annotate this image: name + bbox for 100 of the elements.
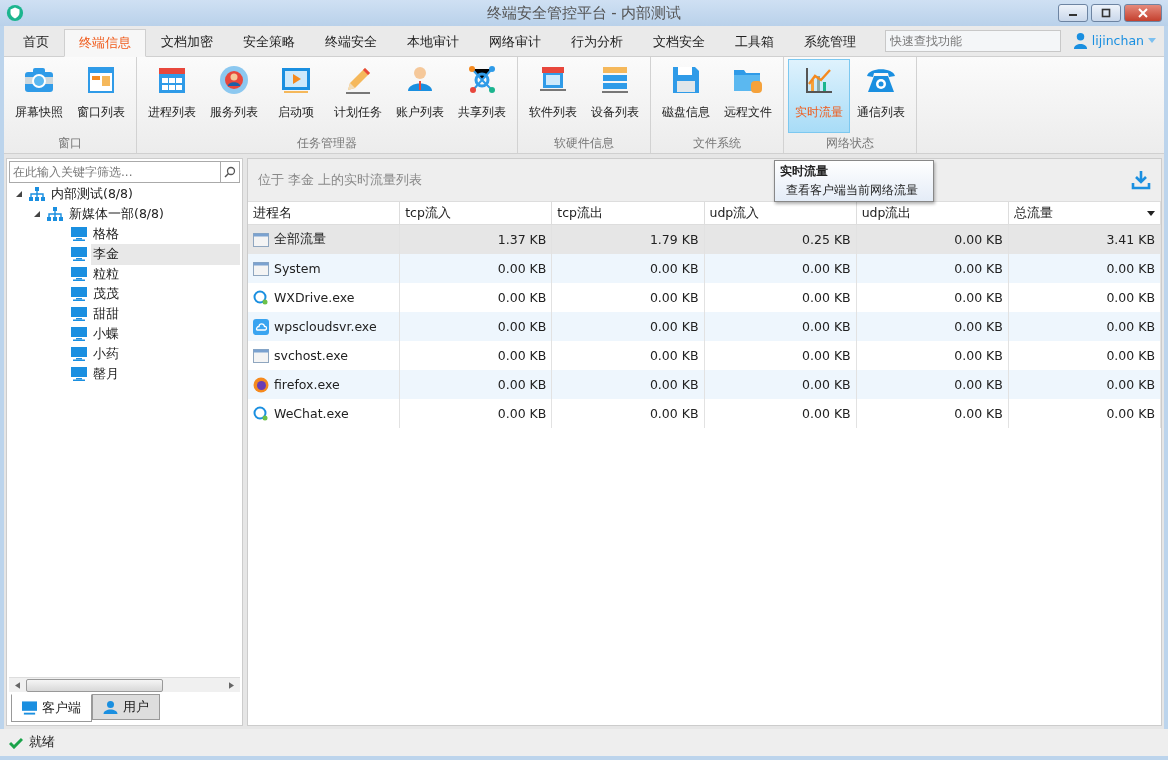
table-row[interactable]: 全部流量 1.37 KB 1.79 KB 0.25 KB 0.00 KB 3.41 KB [248, 225, 1161, 254]
caret-icon [1148, 38, 1156, 43]
maximize-button[interactable] [1091, 4, 1121, 22]
table-cell: 0.00 KB [497, 319, 547, 334]
menu-tab[interactable]: 工具箱 [720, 29, 789, 56]
table-cell: 0.00 KB [954, 232, 1003, 247]
ribbon-button[interactable]: 通信列表 [850, 59, 912, 133]
menu-tab[interactable]: 本地审计 [392, 29, 474, 56]
ribbon-button[interactable]: 远程文件 [717, 59, 779, 133]
tree-item[interactable]: 粒粒 [91, 263, 240, 285]
window-icon [253, 347, 269, 364]
table-cell: firefox.exe [274, 377, 340, 392]
table-row[interactable]: wpscloudsvr.exe 0.00 KB 0.00 KB 0.00 KB 0.00 KB 0.00 KB [248, 312, 1161, 341]
org-chart-icon [29, 187, 45, 201]
expander-icon[interactable] [33, 210, 41, 218]
download-icon[interactable] [1131, 170, 1151, 190]
column-header[interactable]: 进程名 [248, 202, 401, 224]
ribbon-button[interactable]: 账户列表 [389, 59, 451, 133]
menu-tab[interactable]: 系统管理 [789, 29, 871, 56]
menu-tab[interactable]: 文档安全 [638, 29, 720, 56]
monitor-icon [22, 701, 37, 715]
monitor-icon [71, 367, 87, 381]
table-cell: 0.00 KB [649, 406, 699, 421]
tooltip-title: 实时流量 [780, 164, 829, 179]
ribbon-button[interactable]: 磁盘信息 [655, 59, 717, 133]
table-cell: 0.00 KB [649, 290, 699, 305]
table-cell: 0.00 KB [802, 290, 851, 305]
menu-tab[interactable]: 行为分析 [556, 29, 638, 56]
tree-item[interactable]: 李金 [91, 243, 240, 265]
window-icon [253, 231, 269, 248]
table-cell: svchost.exe [274, 348, 348, 363]
monitor-icon [71, 227, 87, 241]
tree-item[interactable]: 格格 [91, 223, 240, 245]
table-cell: 0.00 KB [1106, 406, 1155, 421]
menu-tab[interactable]: 首页 [8, 29, 64, 56]
cloud-icon [253, 318, 269, 335]
list-caption: 位于 李金 上的实时流量列表 [258, 171, 422, 189]
table-cell: 0.00 KB [954, 406, 1003, 421]
tree-item[interactable]: 新媒体一部(8/8) [67, 203, 166, 225]
tree-item[interactable]: 小药 [91, 343, 240, 365]
panel-tab[interactable]: 用户 [92, 694, 160, 720]
ribbon-button[interactable]: 软件列表 [522, 59, 584, 133]
caret-icon [1147, 210, 1155, 216]
ribbon-button[interactable]: 服务列表 [203, 59, 265, 133]
ribbon-button[interactable]: 屏幕快照 [8, 59, 70, 133]
table-cell: 0.00 KB [649, 319, 699, 334]
menu-tab[interactable]: 终端安全 [310, 29, 392, 56]
ribbon-button[interactable]: 进程列表 [141, 59, 203, 133]
table-row[interactable]: firefox.exe 0.00 KB 0.00 KB 0.00 KB 0.00 KB 0.00 KB [248, 370, 1161, 399]
table-cell: 0.00 KB [802, 319, 851, 334]
ribbon-button[interactable]: 启动项 [265, 59, 327, 133]
table-cell: 0.00 KB [1106, 377, 1155, 392]
table-cell: 1.37 KB [497, 232, 547, 247]
ribbon-button[interactable]: 窗口列表 [70, 59, 132, 133]
column-header[interactable]: tcp流入 [400, 202, 553, 224]
table-cell: 0.00 KB [1106, 261, 1155, 276]
table-row[interactable]: WeChat.exe 0.00 KB 0.00 KB 0.00 KB 0.00 KB 0.00 KB [248, 399, 1161, 428]
right-arrow-icon[interactable] [229, 681, 234, 689]
status-text: 就绪 [29, 734, 55, 751]
minimize-button[interactable] [1058, 4, 1088, 22]
table-cell: 0.00 KB [497, 290, 547, 305]
close-icon [1138, 8, 1148, 18]
search-icon [220, 161, 240, 183]
monitor-icon [71, 307, 87, 321]
tree-item[interactable]: 茂茂 [91, 283, 240, 305]
table-cell: 0.00 KB [802, 406, 851, 421]
ribbon-button[interactable]: 计划任务 [327, 59, 389, 133]
tree-item[interactable]: 内部测试(8/8) [49, 183, 135, 205]
table-cell: 0.00 KB [954, 261, 1003, 276]
table-cell: 0.00 KB [649, 377, 699, 392]
panel-tab[interactable]: 客户端 [11, 694, 92, 722]
expander-icon[interactable] [15, 190, 23, 198]
checkmark-icon [9, 736, 23, 749]
table-cell: 0.00 KB [1106, 290, 1155, 305]
tree-item[interactable]: 小蝶 [91, 323, 240, 345]
table-cell: 全部流量 [274, 231, 326, 248]
table-cell: WeChat.exe [274, 406, 349, 421]
table-cell: 0.25 KB [802, 232, 851, 247]
table-cell: 1.79 KB [649, 232, 699, 247]
monitor-icon [71, 267, 87, 281]
menu-tab[interactable]: 安全策略 [228, 29, 310, 56]
ribbon-button[interactable]: 共享列表 [451, 59, 513, 133]
horizontal-scrollbar[interactable] [9, 677, 240, 692]
tooltip-text: 查看客户端当前网络流量 [785, 183, 919, 198]
group-label: 任务管理器 [297, 135, 357, 152]
search-field[interactable]: 快速查找功能 [884, 30, 1061, 52]
menu-tab[interactable]: 文档加密 [146, 29, 228, 56]
column-header[interactable]: tcp流出 [552, 202, 705, 224]
close-button[interactable] [1124, 4, 1162, 22]
table-row[interactable]: System 0.00 KB 0.00 KB 0.00 KB 0.00 KB 0.00 KB [248, 254, 1161, 283]
column-header[interactable]: 总流量 [1008, 202, 1161, 224]
menu-tab[interactable]: 网络审计 [474, 29, 556, 56]
tree-item[interactable]: 罄月 [91, 363, 240, 385]
ribbon-button[interactable]: 设备列表 [584, 59, 646, 133]
table-cell: 0.00 KB [802, 348, 851, 363]
filter-field[interactable]: 在此输入关键字筛选... [9, 161, 220, 183]
left-arrow-icon[interactable] [15, 681, 20, 689]
table-cell: System [274, 261, 321, 276]
tree-item[interactable]: 甜甜 [91, 303, 240, 325]
chat-bubble-icon [253, 405, 269, 422]
